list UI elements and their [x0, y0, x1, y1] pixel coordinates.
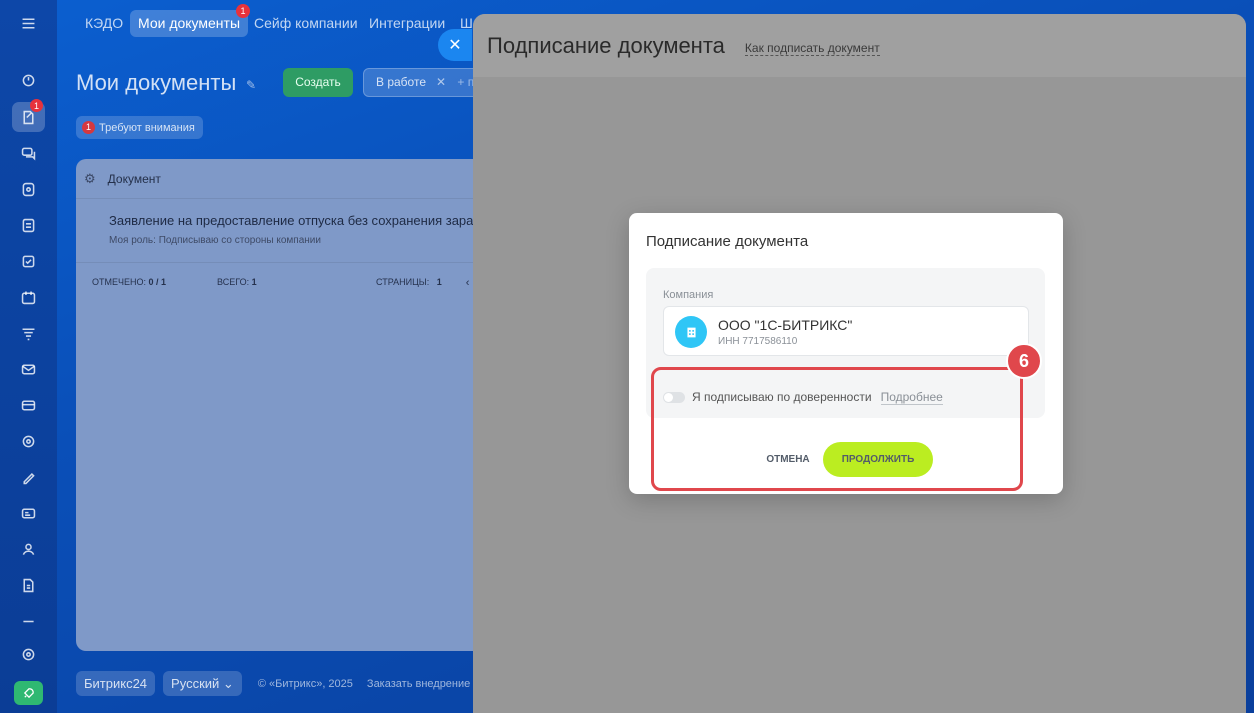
filter-more: + п — [457, 75, 475, 89]
checked-value: 0 / 1 — [148, 277, 167, 287]
total-label: ВСЕГО: — [217, 277, 250, 287]
gear-icon[interactable]: ⚙ — [84, 171, 96, 187]
document-title[interactable]: Заявление на предоставление отпуска без … — [109, 213, 496, 228]
close-icon: ✕ — [448, 37, 462, 54]
pages-label: СТРАНИЦЫ: — [376, 277, 430, 287]
prev-page-icon[interactable]: ‹ — [466, 277, 470, 289]
step-highlight-frame — [651, 367, 1023, 491]
documents-icon[interactable]: 1 — [12, 99, 45, 132]
company-label: Компания — [663, 289, 714, 301]
checked-counter: ОТМЕЧЕНО: 0 / 1 — [92, 277, 217, 289]
column-header-document[interactable]: Документ — [108, 172, 161, 186]
footer-bar: Битрикс24 Русский ⌄ © «Битрикс», 2025 За… — [76, 671, 470, 696]
crm-icon[interactable] — [12, 318, 45, 348]
company-name: ООО "1С-БИТРИКС" — [718, 317, 853, 333]
sign-icon[interactable] — [12, 462, 45, 492]
close-slider-button[interactable]: ✕ — [438, 29, 472, 61]
drive-icon[interactable] — [12, 174, 45, 204]
filter-chip: В работе — [376, 75, 427, 89]
copyright: © «Битрикс», 2025 — [257, 677, 353, 690]
chevron-down-icon: ⌄ — [222, 676, 234, 691]
tasks-icon[interactable] — [12, 246, 45, 276]
page-title: Мои документы — [76, 70, 237, 95]
create-button[interactable]: Создать — [283, 68, 353, 97]
calendar-icon[interactable] — [12, 282, 45, 312]
employees-icon[interactable] — [12, 534, 45, 564]
pages-counter: СТРАНИЦЫ: 1 — [376, 277, 442, 289]
rocket-icon[interactable] — [14, 681, 43, 705]
attention-filter[interactable]: 1 Требуют внимания — [76, 116, 203, 139]
grid-footer: ОТМЕЧЕНО: 0 / 1 ВСЕГО: 1 СТРАНИЦЫ: 1 ‹ — [76, 263, 496, 289]
attention-label: Требуют внимания — [99, 121, 195, 134]
pin-icon[interactable]: ✎ — [246, 78, 256, 92]
settings-icon[interactable] — [12, 639, 45, 669]
pages-value: 1 — [436, 277, 442, 287]
total-counter: ВСЕГО: 1 — [217, 277, 376, 289]
slider-title: Подписание документа — [487, 32, 725, 58]
contact-center-icon[interactable] — [12, 498, 45, 528]
feed-icon[interactable] — [12, 210, 45, 240]
company-inn: ИНН 7717586110 — [718, 336, 798, 347]
activity-icon[interactable] — [12, 65, 45, 95]
total-value: 1 — [251, 277, 257, 287]
tab-my-documents[interactable]: Мои документы 1 — [130, 4, 251, 37]
tab-integrations[interactable]: Интеграции — [361, 10, 453, 37]
marketing-icon[interactable] — [12, 426, 45, 456]
left-icon-rail: 1 — [0, 0, 57, 713]
attention-count: 1 — [82, 121, 95, 134]
documents-badge: 1 — [30, 99, 43, 112]
step-badge: 6 — [1006, 343, 1042, 379]
checked-label: ОТМЕЧЕНО: — [92, 277, 146, 287]
kedo-doc-icon[interactable] — [12, 570, 45, 600]
language-value: Русский — [171, 676, 220, 691]
dialog-title: Подписание документа — [646, 233, 809, 250]
brand-button[interactable]: Битрикс24 — [76, 671, 156, 696]
top-navigation: КЭДО Мои документы 1 Сейф компании Интег… — [57, 0, 487, 48]
tab-company-safe[interactable]: Сейф компании — [246, 10, 366, 37]
payments-icon[interactable] — [12, 390, 45, 420]
order-link[interactable]: Заказать внедрение — [367, 678, 470, 690]
grid-header: ⚙ Документ — [76, 159, 496, 199]
slider-header: Подписание документа Как подписать докум… — [473, 14, 1246, 77]
more-icon[interactable] — [12, 606, 45, 636]
table-row[interactable]: Заявление на предоставление отпуска без … — [76, 199, 496, 263]
documents-grid: ⚙ Документ Заявление на предоставление о… — [76, 159, 496, 651]
tab-kedo[interactable]: КЭДО — [77, 10, 131, 37]
mail-icon[interactable] — [12, 354, 45, 384]
document-role: Моя роль: Подписываю со стороны компании — [109, 235, 321, 246]
menu-icon[interactable] — [12, 8, 45, 38]
company-selector[interactable]: ООО "1С-БИТРИКС" ИНН 7717586110 — [663, 306, 1029, 356]
tab-my-documents-label: Мои документы — [138, 15, 241, 31]
language-select[interactable]: Русский ⌄ — [163, 671, 242, 696]
chat-icon[interactable] — [12, 138, 45, 168]
chip-close-icon[interactable]: ✕ — [436, 75, 446, 89]
help-link[interactable]: Как подписать документ — [744, 41, 880, 56]
company-icon — [675, 316, 707, 348]
